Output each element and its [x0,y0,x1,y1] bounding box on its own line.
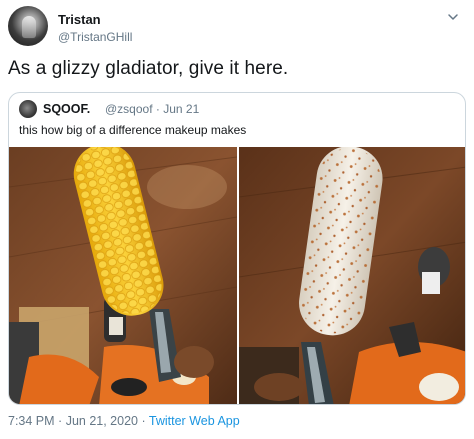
author-avatar[interactable] [8,6,48,46]
tweet-header: Tristan @TristanGHill [8,4,466,48]
author-handle[interactable]: @TristanGHill [58,30,132,44]
tweet-card: Tristan @TristanGHill As a glizzy gladia… [0,0,474,439]
quoted-tweet[interactable]: SQOOF. @zsqoof · Jun 21 this how big of … [8,92,466,405]
tweet-source-link[interactable]: Twitter Web App [149,414,240,428]
author-display-name[interactable]: Tristan [58,12,101,27]
quoted-tweet-date: Jun 21 [163,102,200,116]
quoted-tweet-text: this how big of a difference makeup make… [19,123,247,137]
footer-separator: · [141,414,146,428]
tweet-text: As a glizzy gladiator, give it here. [8,58,289,79]
tweet-time[interactable]: 7:34 PM [8,414,55,428]
meta-separator: · [155,102,160,116]
photo-elote-corn[interactable] [239,147,465,404]
quoted-author-handle: @zsqoof [105,102,153,116]
tweet-date[interactable]: Jun 21, 2020 [66,414,138,428]
quoted-tweet-meta: @zsqoof · Jun 21 [105,102,199,116]
quoted-author-avatar [19,100,37,118]
chevron-down-icon[interactable] [446,10,460,24]
quoted-author-display-name: SQOOF. [43,102,91,116]
photo-plain-corn[interactable] [9,147,237,404]
quoted-tweet-media [9,147,465,404]
tweet-footer: 7:34 PM · Jun 21, 2020 · Twitter Web App [8,414,240,428]
quoted-tweet-header: SQOOF. @zsqoof · Jun 21 [19,99,449,119]
avatar-figure [22,16,36,38]
footer-separator: · [58,414,63,428]
